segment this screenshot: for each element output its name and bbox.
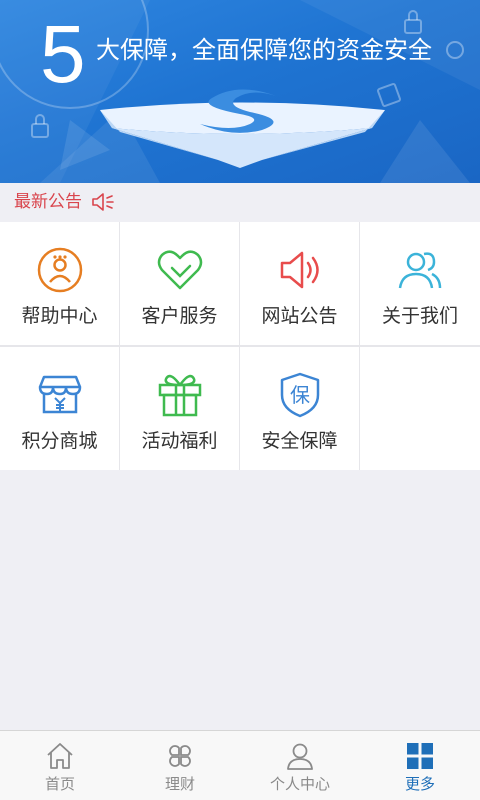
grid-item-empty bbox=[360, 347, 480, 470]
shop-icon bbox=[38, 375, 81, 414]
feature-grid: 帮助中心 客户服务 网站公告 关于我们 积分商城 活动福利 保 安全保障 bbox=[0, 222, 480, 470]
grid-item-activity-benefits[interactable]: 活动福利 bbox=[120, 347, 239, 470]
grid-icon bbox=[407, 743, 433, 769]
speaker-icon bbox=[92, 193, 114, 211]
promo-banner[interactable]: 5 大保障，全面保障您的资金安全 bbox=[0, 0, 480, 183]
banner-title: 大保障，全面保障您的资金安全 bbox=[96, 36, 432, 64]
petals-icon bbox=[169, 745, 191, 767]
grid-item-label: 帮助中心 bbox=[21, 305, 98, 327]
home-icon bbox=[47, 743, 73, 769]
grid-item-site-announcements[interactable]: 网站公告 bbox=[240, 222, 359, 345]
speaker-icon bbox=[280, 251, 319, 289]
tab-label: 个人中心 bbox=[269, 775, 330, 793]
grid-item-security[interactable]: 保 安全保障 bbox=[240, 347, 359, 470]
grid-item-about-us[interactable]: 关于我们 bbox=[360, 222, 480, 345]
tab-label: 理财 bbox=[164, 775, 195, 793]
people-icon bbox=[398, 252, 442, 289]
grid-item-label: 安全保障 bbox=[261, 430, 338, 452]
banner-number: 5 bbox=[40, 9, 86, 100]
tab-label: 更多 bbox=[404, 775, 435, 793]
grid-item-customer-service[interactable]: 客户服务 bbox=[120, 222, 239, 345]
help-center-icon bbox=[37, 247, 82, 293]
grid-item-label: 网站公告 bbox=[261, 305, 338, 327]
user-icon bbox=[287, 743, 313, 770]
tab-finance[interactable]: 理财 bbox=[120, 731, 240, 800]
gift-icon bbox=[158, 374, 201, 417]
shield-icon: 保 bbox=[280, 372, 319, 418]
grid-item-points-mall[interactable]: 积分商城 bbox=[0, 347, 119, 470]
latest-notice-label: 最新公告 bbox=[14, 192, 82, 212]
shield-glyph: 保 bbox=[290, 383, 310, 407]
grid-item-label: 积分商城 bbox=[21, 430, 98, 452]
heart-icon bbox=[157, 250, 202, 290]
grid-item-label: 客户服务 bbox=[141, 305, 218, 327]
tab-home[interactable]: 首页 bbox=[0, 731, 120, 800]
grid-item-label: 关于我们 bbox=[381, 305, 458, 327]
grid-item-help-center[interactable]: 帮助中心 bbox=[0, 222, 119, 345]
tab-label: 首页 bbox=[44, 775, 75, 793]
grid-item-label: 活动福利 bbox=[141, 430, 218, 452]
tab-personal-center[interactable]: 个人中心 bbox=[240, 731, 360, 800]
tab-more[interactable]: 更多 bbox=[360, 731, 480, 800]
latest-notice-bar[interactable]: 最新公告 bbox=[0, 183, 480, 221]
bottom-tab-bar: 首页 理财 个人中心 更多 bbox=[0, 730, 480, 800]
